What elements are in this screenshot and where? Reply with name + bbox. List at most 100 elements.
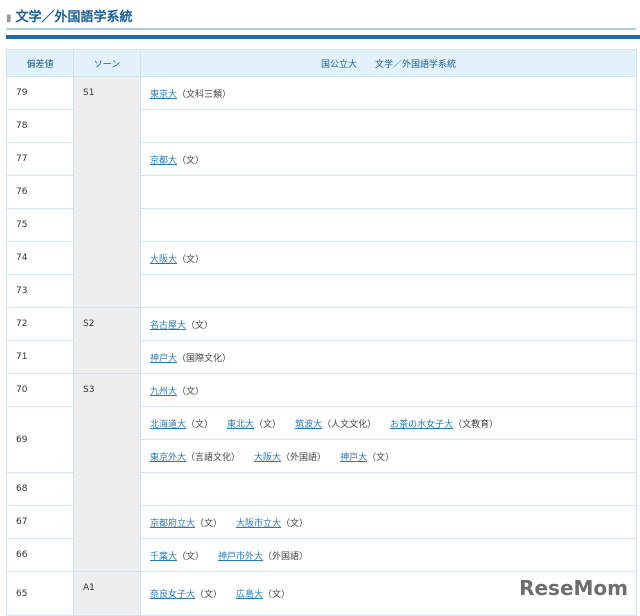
- zone-cell: S1: [73, 76, 141, 308]
- score-cell: 71: [6, 340, 74, 374]
- university-cell: 京都府立大（文） 大阪市立大（文）: [140, 505, 637, 539]
- university-cell: [140, 274, 637, 308]
- university-cell: 京都大（文）: [140, 142, 637, 176]
- department-note: （文科三類）: [177, 89, 232, 100]
- university-entry: 京都大（文）: [150, 156, 204, 166]
- university-link[interactable]: 京都大: [150, 156, 177, 166]
- score-cell: 68: [6, 472, 74, 506]
- section-title: ▮ 文学／外国語学系統: [6, 6, 133, 25]
- university-entry: 千葉大（文）: [150, 552, 204, 562]
- university-cell: [140, 175, 637, 209]
- university-link[interactable]: 東京大: [150, 90, 177, 100]
- department-note: （文）: [195, 518, 223, 529]
- score-cell: 72: [6, 307, 74, 341]
- department-note: （文）: [263, 590, 291, 600]
- score-cell: 66: [6, 538, 74, 572]
- section-title-text: 文学／外国語学系統: [15, 10, 133, 25]
- header-score: 偏差値: [6, 49, 74, 77]
- department-note: （文）: [367, 452, 395, 463]
- university-link[interactable]: 神戸大: [340, 453, 367, 463]
- university-entry: 京都府立大（文）: [150, 519, 222, 529]
- department-note: （外国語）: [281, 452, 327, 463]
- university-cell: [140, 109, 637, 143]
- university-link[interactable]: 筑波大: [295, 420, 322, 430]
- university-cell: 千葉大（文） 神戸市外大（外国語）: [140, 538, 637, 572]
- university-cell: [140, 208, 637, 242]
- university-entry: 東京外大（言語文化）: [150, 453, 240, 463]
- university-link[interactable]: 九州大: [150, 387, 177, 397]
- resemom-watermark-logo: ReseMom: [519, 576, 628, 600]
- zone-cell: S2: [73, 307, 141, 374]
- university-entry: 筑波大（人文文化）: [295, 420, 376, 430]
- university-link[interactable]: 大阪市立大: [236, 519, 281, 529]
- header-zone: ソーン: [73, 49, 141, 77]
- divider-dark: [6, 35, 640, 39]
- university-link[interactable]: 東北大: [227, 420, 254, 430]
- department-note: （文）: [254, 419, 282, 430]
- department-note: （文教育）: [453, 419, 499, 430]
- university-link[interactable]: 広島大: [236, 590, 263, 600]
- score-cell: 77: [6, 142, 74, 176]
- university-cell: 北海道大（文） 東北大（文） 筑波大（人文文化） お茶の水女子大（文教育）: [140, 406, 637, 440]
- score-cell: 79: [6, 76, 74, 110]
- university-entry: 神戸大（国際文化）: [150, 354, 231, 364]
- university-link[interactable]: 名古屋大: [150, 321, 186, 331]
- department-note: （文）: [177, 551, 205, 562]
- score-cell: 73: [6, 274, 74, 308]
- department-note: （文）: [195, 590, 223, 600]
- score-cell: 69: [6, 406, 74, 473]
- score-cell: 78: [6, 109, 74, 143]
- university-cell: 名古屋大（文）: [140, 307, 637, 341]
- department-note: （人文文化）: [322, 419, 377, 430]
- university-link[interactable]: 東京外大: [150, 453, 186, 463]
- department-note: （外国語）: [263, 551, 309, 562]
- score-cell: 74: [6, 241, 74, 275]
- department-note: （文）: [186, 320, 214, 331]
- university-link[interactable]: 京都府立大: [150, 519, 195, 529]
- university-link[interactable]: 北海道大: [150, 420, 186, 430]
- divider-light: [6, 28, 636, 30]
- university-entry: 広島大（文）: [236, 590, 290, 600]
- department-note: （文）: [177, 254, 205, 265]
- university-entry: 名古屋大（文）: [150, 321, 213, 331]
- score-cell: 76: [6, 175, 74, 209]
- score-cell: 65: [6, 571, 74, 616]
- score-cell: 67: [6, 505, 74, 539]
- table-row: 79 S1 東京大（文科三類）: [6, 76, 637, 308]
- university-entry: 大阪市立大（文）: [236, 519, 308, 529]
- university-entry: 大阪大（文）: [150, 255, 204, 265]
- ranking-table: 偏差値 ソーン 国公立大 文学／外国語学系統 79 S1 東京大（文科三類） 78 77…: [6, 49, 637, 616]
- university-cell: 東京大（文科三類）: [140, 76, 637, 110]
- university-link[interactable]: 千葉大: [150, 552, 177, 562]
- university-entry: 東北大（文）: [227, 420, 281, 430]
- university-link[interactable]: 大阪大: [150, 255, 177, 265]
- university-cell: [140, 472, 637, 506]
- university-entry: 北海道大（文）: [150, 420, 213, 430]
- zone-cell: A1: [73, 571, 141, 616]
- department-note: （文）: [177, 155, 205, 166]
- university-link[interactable]: 大阪大: [254, 453, 281, 463]
- university-link[interactable]: お茶の水女子大: [390, 420, 453, 430]
- university-link[interactable]: 神戸大: [150, 354, 177, 364]
- department-note: （文）: [281, 518, 309, 529]
- table-row: 72 S2 名古屋大（文）: [6, 307, 637, 374]
- university-entry: 神戸大（文）: [340, 453, 394, 463]
- score-cell: 75: [6, 208, 74, 242]
- university-cell: 神戸大（国際文化）: [140, 340, 637, 374]
- department-note: （文）: [177, 386, 205, 397]
- table-row: 70 S3 九州大（文）: [6, 373, 637, 572]
- university-entry: お茶の水女子大（文教育）: [390, 420, 498, 430]
- university-entry: 九州大（文）: [150, 387, 204, 397]
- university-link[interactable]: 神戸市外大: [218, 552, 263, 562]
- table-header-row: 偏差値 ソーン 国公立大 文学／外国語学系統: [6, 49, 637, 77]
- score-cell: 70: [6, 373, 74, 407]
- department-note: （国際文化）: [177, 353, 232, 364]
- university-cell: 東京外大（言語文化） 大阪大（外国語） 神戸大（文）: [140, 439, 637, 473]
- university-cell: 大阪大（文）: [140, 241, 637, 275]
- university-entry: 東京大（文科三類）: [150, 90, 231, 100]
- university-link[interactable]: 奈良女子大: [150, 590, 195, 600]
- department-note: （文）: [186, 419, 214, 430]
- university-cell: 九州大（文）: [140, 373, 637, 407]
- university-entry: 奈良女子大（文）: [150, 590, 222, 600]
- department-note: （言語文化）: [186, 452, 241, 463]
